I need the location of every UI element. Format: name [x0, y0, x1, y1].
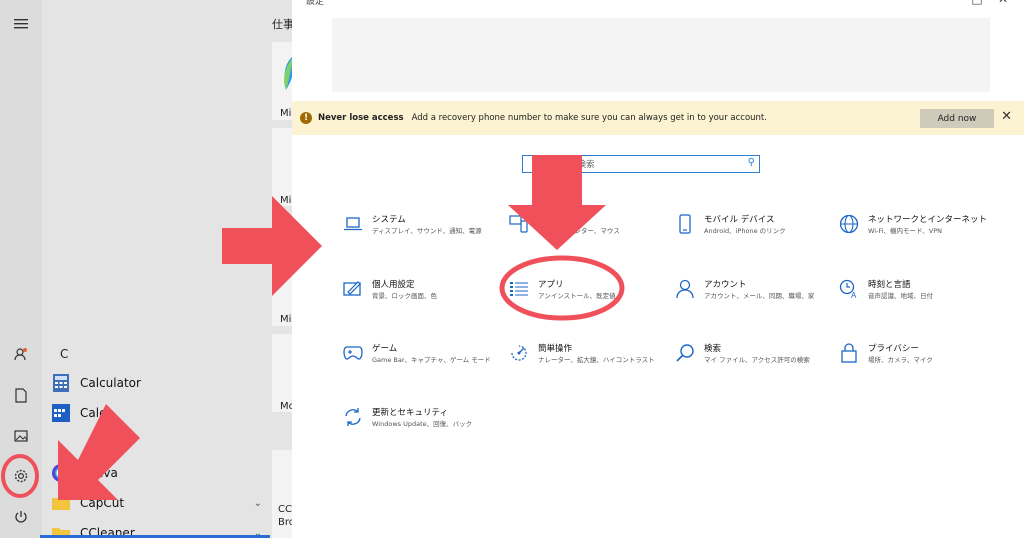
- category-time-language[interactable]: A 時刻と言語 音声認識、地域、日付: [838, 278, 1008, 314]
- category-title: プライバシー: [868, 344, 919, 354]
- settings-search-input[interactable]: の検索 ⚲: [522, 155, 760, 173]
- app-label: Canva: [80, 466, 118, 480]
- update-icon: [342, 406, 364, 428]
- category-subtitle: Android、iPhone のリンク: [704, 227, 786, 235]
- power-icon[interactable]: [9, 505, 33, 529]
- warning-icon: !: [300, 112, 312, 124]
- start-menu-app-list: C Calculator Calen Canva CapCut ⌄ CClean…: [42, 0, 270, 538]
- search-placeholder: の検索: [569, 160, 595, 170]
- app-capcut[interactable]: CapCut ⌄: [52, 489, 262, 517]
- category-title: システム: [372, 215, 406, 225]
- settings-gear-icon[interactable]: [9, 464, 33, 488]
- screen: C Calculator Calen Canva CapCut ⌄ CClean…: [0, 0, 1024, 538]
- category-title: 検索: [704, 344, 722, 354]
- category-subtitle: 場所、カメラ、マイク: [868, 356, 933, 364]
- category-apps[interactable]: アプリ アンインストール、既定値: [508, 278, 678, 314]
- category-ease-of-access[interactable]: 簡単操作 ナレーター、拡大鏡、ハイコントラスト: [508, 342, 678, 378]
- time-language-icon: A: [838, 278, 860, 300]
- category-subtitle: 背景、ロック画面、色: [372, 292, 437, 300]
- user-icon[interactable]: [9, 342, 33, 366]
- chevron-down-icon[interactable]: ⌄: [254, 498, 262, 509]
- notice-title: Never lose access: [318, 113, 404, 123]
- calculator-icon: [52, 374, 70, 392]
- personalization-icon: [342, 278, 364, 300]
- category-subtitle: Windows Update、回復、バック: [372, 420, 473, 428]
- category-subtitle: ディスプレイ、サウンド、通知、電源: [372, 227, 482, 235]
- person-icon: [674, 278, 696, 300]
- search-icon: [674, 342, 696, 364]
- app-canva[interactable]: Canva: [52, 459, 262, 487]
- app-label: Calculator: [80, 376, 141, 390]
- notice-message: Add a recovery phone number to make sure…: [411, 113, 767, 123]
- category-subtitle: マイ ファイル、アクセス許可の検索: [704, 356, 810, 364]
- section-letter[interactable]: C: [60, 347, 68, 361]
- start-menu-rail: [0, 0, 42, 538]
- window-title: 設定: [306, 0, 325, 7]
- category-title: アプリ: [538, 280, 564, 290]
- category-subtitle: リンター、マウス: [568, 227, 620, 235]
- calendar-icon: [52, 404, 70, 422]
- category-mobile-devices[interactable]: モバイル デバイス Android、iPhone のリンク: [674, 213, 844, 249]
- hamburger-menu-icon[interactable]: [9, 12, 33, 36]
- globe-icon: [838, 213, 860, 235]
- category-title: 更新とセキュリティ: [372, 408, 448, 418]
- category-title: 個人用設定: [372, 280, 415, 290]
- category-accounts[interactable]: アカウント アカウント、メール、同期、職場、家: [674, 278, 844, 314]
- category-gaming[interactable]: ゲーム Game Bar、キャプチャ、ゲーム モード: [342, 342, 512, 378]
- document-icon[interactable]: [9, 383, 33, 407]
- app-label: CapCut: [80, 496, 125, 510]
- category-title: ゲーム: [372, 344, 398, 354]
- ease-of-access-icon: [508, 342, 530, 364]
- svg-text:A: A: [851, 291, 857, 299]
- category-subtitle: 音声認識、地域、日付: [868, 292, 933, 300]
- recovery-notice-bar: ! Never lose access Add a recovery phone…: [292, 101, 1024, 135]
- lock-icon: [838, 342, 860, 364]
- laptop-icon: [342, 213, 364, 235]
- category-title: モバイル デバイス: [704, 215, 775, 225]
- category-devices[interactable]: リンター、マウス: [508, 213, 678, 249]
- window-controls[interactable]: □ ✕: [971, 0, 1008, 6]
- category-subtitle: アカウント、メール、同期、職場、家: [704, 292, 815, 300]
- gamepad-icon: [342, 342, 364, 364]
- pictures-icon[interactable]: [9, 424, 33, 448]
- category-title: 簡単操作: [538, 344, 573, 354]
- category-subtitle: Game Bar、キャプチャ、ゲーム モード: [372, 356, 491, 364]
- apps-list-icon: [508, 278, 530, 300]
- add-now-button[interactable]: Add now: [920, 109, 994, 128]
- category-update-security[interactable]: 更新とセキュリティ Windows Update、回復、バック: [342, 406, 512, 442]
- tile-group-title: 仕事: [272, 18, 294, 31]
- category-title: 時刻と言語: [868, 280, 911, 290]
- app-calendar[interactable]: Calen: [52, 399, 262, 427]
- category-privacy[interactable]: プライバシー 場所、カメラ、マイク: [838, 342, 1008, 378]
- phone-icon: [674, 213, 696, 235]
- close-icon[interactable]: ✕: [1001, 109, 1012, 124]
- category-subtitle: アンインストール、既定値: [538, 292, 616, 300]
- devices-icon: [508, 213, 530, 235]
- settings-window: 設定 □ ✕ ! Never lose access Add a recover…: [292, 0, 1024, 538]
- category-title: アカウント: [704, 280, 747, 290]
- category-subtitle: ナレーター、拡大鏡、ハイコントラスト: [538, 356, 655, 364]
- category-system[interactable]: システム ディスプレイ、サウンド、通知、電源: [342, 213, 512, 249]
- app-calculator[interactable]: Calculator: [52, 369, 262, 397]
- folder-icon: [52, 494, 70, 512]
- category-search[interactable]: 検索 マイ ファイル、アクセス許可の検索: [674, 342, 844, 378]
- app-label: Calen: [80, 406, 115, 420]
- canva-icon: [52, 464, 70, 482]
- header-banner: [332, 18, 990, 92]
- search-icon: ⚲: [747, 157, 755, 168]
- category-network[interactable]: ネットワークとインターネット Wi-Fi、機内モード、VPN: [838, 213, 1008, 249]
- category-title: ネットワークとインターネット: [868, 215, 988, 225]
- category-personalization[interactable]: 個人用設定 背景、ロック画面、色: [342, 278, 512, 314]
- category-subtitle: Wi-Fi、機内モード、VPN: [868, 227, 942, 235]
